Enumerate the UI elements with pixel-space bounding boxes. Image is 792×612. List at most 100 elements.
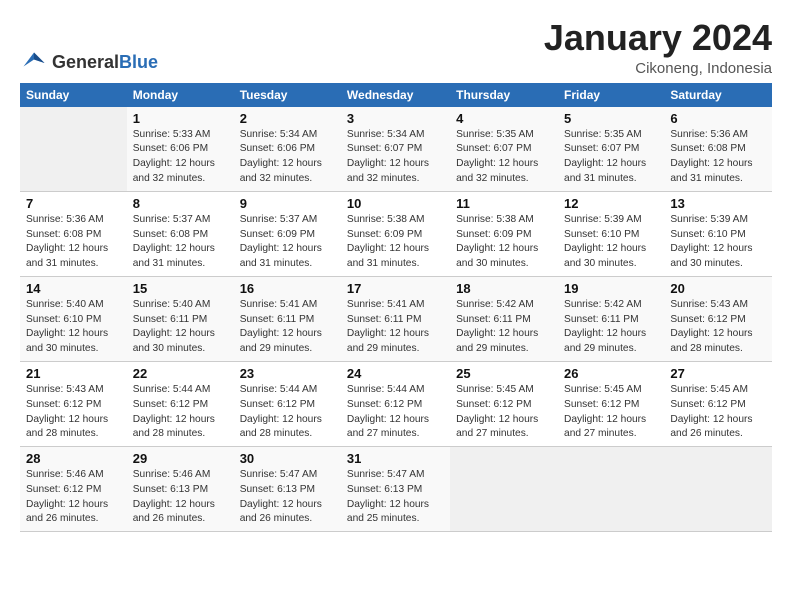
calendar-cell: 5 Sunrise: 5:35 AMSunset: 6:07 PMDaylight… <box>558 107 664 192</box>
day-number: 4 <box>456 111 552 126</box>
day-number: 7 <box>26 196 121 211</box>
day-info: Sunrise: 5:34 AMSunset: 6:07 PMDaylight:… <box>347 128 444 187</box>
calendar-cell: 9Sunrise: 5:37 AMSunset: 6:09 PMDaylight… <box>234 191 341 276</box>
day-number: 12 <box>564 196 658 211</box>
day-info: Sunrise: 5:46 AMSunset: 6:13 PMDaylight:… <box>133 468 228 527</box>
day-info: Sunrise: 5:42 AMSunset: 6:11 PMDaylight:… <box>564 298 658 357</box>
day-info: Sunrise: 5:43 AMSunset: 6:12 PMDaylight:… <box>26 383 121 442</box>
day-info: Sunrise: 5:39 AMSunset: 6:10 PMDaylight:… <box>670 213 766 272</box>
day-number: 14 <box>26 281 121 296</box>
day-info: Sunrise: 5:35 AMSunset: 6:07 PMDaylight:… <box>564 128 658 187</box>
day-number: 21 <box>26 366 121 381</box>
month-title: January 2024 <box>544 18 772 58</box>
day-number: 26 <box>564 366 658 381</box>
day-info: Sunrise: 5:36 AMSunset: 6:08 PMDaylight:… <box>670 128 766 187</box>
day-number: 18 <box>456 281 552 296</box>
logo-icon <box>20 49 48 77</box>
day-number: 27 <box>670 366 766 381</box>
calendar-cell: 24 Sunrise: 5:44 AMSunset: 6:12 PMDayligh… <box>341 361 450 446</box>
day-number: 17 <box>347 281 444 296</box>
calendar-cell: 19Sunrise: 5:42 AMSunset: 6:11 PMDayligh… <box>558 276 664 361</box>
location-subtitle: Cikoneng, Indonesia <box>544 60 772 77</box>
day-info: Sunrise: 5:38 AMSunset: 6:09 PMDaylight:… <box>456 213 552 272</box>
day-info: Sunrise: 5:33 AMSunset: 6:06 PMDaylight:… <box>133 128 228 187</box>
page-container: GeneralBlue January 2024 Cikoneng, Indon… <box>0 0 792 542</box>
day-header-monday: Monday <box>127 83 234 107</box>
day-info: Sunrise: 5:40 AMSunset: 6:10 PMDaylight:… <box>26 298 121 357</box>
logo-text: GeneralBlue <box>52 52 158 73</box>
day-number: 20 <box>670 281 766 296</box>
calendar-header-row: SundayMondayTuesdayWednesdayThursdayFrid… <box>20 83 772 107</box>
calendar-cell: 30Sunrise: 5:47 AMSunset: 6:13 PMDayligh… <box>234 447 341 532</box>
calendar-cell: 13Sunrise: 5:39 AMSunset: 6:10 PMDayligh… <box>664 191 772 276</box>
calendar-cell: 10 Sunrise: 5:38 AMSunset: 6:09 PMDayligh… <box>341 191 450 276</box>
calendar-cell <box>664 447 772 532</box>
day-number: 8 <box>133 196 228 211</box>
day-number: 6 <box>670 111 766 126</box>
calendar-cell: 26 Sunrise: 5:45 AMSunset: 6:12 PMDayligh… <box>558 361 664 446</box>
header-row: GeneralBlue January 2024 Cikoneng, Indon… <box>20 18 772 77</box>
day-number: 2 <box>240 111 335 126</box>
day-number: 30 <box>240 451 335 466</box>
calendar-cell: 22Sunrise: 5:44 AMSunset: 6:12 PMDayligh… <box>127 361 234 446</box>
calendar-cell: 4 Sunrise: 5:35 AMSunset: 6:07 PMDaylight… <box>450 107 558 192</box>
day-header-sunday: Sunday <box>20 83 127 107</box>
day-number: 11 <box>456 196 552 211</box>
day-info: Sunrise: 5:35 AMSunset: 6:07 PMDaylight:… <box>456 128 552 187</box>
day-info: Sunrise: 5:45 AMSunset: 6:12 PMDaylight:… <box>564 383 658 442</box>
day-info: Sunrise: 5:47 AMSunset: 6:13 PMDaylight:… <box>347 468 444 527</box>
day-number: 10 <box>347 196 444 211</box>
calendar-cell: 6 Sunrise: 5:36 AMSunset: 6:08 PMDaylight… <box>664 107 772 192</box>
day-info: Sunrise: 5:42 AMSunset: 6:11 PMDaylight:… <box>456 298 552 357</box>
title-block: January 2024 Cikoneng, Indonesia <box>544 18 772 77</box>
day-info: Sunrise: 5:41 AMSunset: 6:11 PMDaylight:… <box>347 298 444 357</box>
day-header-tuesday: Tuesday <box>234 83 341 107</box>
day-info: Sunrise: 5:46 AMSunset: 6:12 PMDaylight:… <box>26 468 121 527</box>
day-info: Sunrise: 5:36 AMSunset: 6:08 PMDaylight:… <box>26 213 121 272</box>
day-number: 1 <box>133 111 228 126</box>
calendar-week-3: 14 Sunrise: 5:40 AMSunset: 6:10 PMDayligh… <box>20 276 772 361</box>
day-info: Sunrise: 5:34 AMSunset: 6:06 PMDaylight:… <box>240 128 335 187</box>
day-number: 25 <box>456 366 552 381</box>
day-number: 23 <box>240 366 335 381</box>
day-number: 22 <box>133 366 228 381</box>
calendar-cell: 28 Sunrise: 5:46 AMSunset: 6:12 PMDayligh… <box>20 447 127 532</box>
day-info: Sunrise: 5:45 AMSunset: 6:12 PMDaylight:… <box>670 383 766 442</box>
day-info: Sunrise: 5:38 AMSunset: 6:09 PMDaylight:… <box>347 213 444 272</box>
day-info: Sunrise: 5:37 AMSunset: 6:09 PMDaylight:… <box>240 213 335 272</box>
logo: GeneralBlue <box>20 49 158 77</box>
calendar-cell: 7 Sunrise: 5:36 AMSunset: 6:08 PMDaylight… <box>20 191 127 276</box>
calendar-cell: 20 Sunrise: 5:43 AMSunset: 6:12 PMDayligh… <box>664 276 772 361</box>
calendar-cell: 12 Sunrise: 5:39 AMSunset: 6:10 PMDayligh… <box>558 191 664 276</box>
day-number: 28 <box>26 451 121 466</box>
day-info: Sunrise: 5:39 AMSunset: 6:10 PMDaylight:… <box>564 213 658 272</box>
calendar-cell: 3Sunrise: 5:34 AMSunset: 6:07 PMDaylight… <box>341 107 450 192</box>
day-number: 5 <box>564 111 658 126</box>
calendar-cell: 11 Sunrise: 5:38 AMSunset: 6:09 PMDayligh… <box>450 191 558 276</box>
calendar-cell: 1 Sunrise: 5:33 AMSunset: 6:06 PMDaylight… <box>127 107 234 192</box>
day-info: Sunrise: 5:43 AMSunset: 6:12 PMDaylight:… <box>670 298 766 357</box>
logo-blue: Blue <box>119 52 158 72</box>
calendar-cell: 2 Sunrise: 5:34 AMSunset: 6:06 PMDaylight… <box>234 107 341 192</box>
day-number: 15 <box>133 281 228 296</box>
calendar-cell: 23 Sunrise: 5:44 AMSunset: 6:12 PMDayligh… <box>234 361 341 446</box>
calendar-cell: 27 Sunrise: 5:45 AMSunset: 6:12 PMDayligh… <box>664 361 772 446</box>
calendar-cell: 29 Sunrise: 5:46 AMSunset: 6:13 PMDayligh… <box>127 447 234 532</box>
day-info: Sunrise: 5:44 AMSunset: 6:12 PMDaylight:… <box>240 383 335 442</box>
calendar-cell: 15Sunrise: 5:40 AMSunset: 6:11 PMDayligh… <box>127 276 234 361</box>
calendar-cell: 8 Sunrise: 5:37 AMSunset: 6:08 PMDaylight… <box>127 191 234 276</box>
calendar-cell <box>450 447 558 532</box>
day-info: Sunrise: 5:37 AMSunset: 6:08 PMDaylight:… <box>133 213 228 272</box>
calendar-week-1: 1 Sunrise: 5:33 AMSunset: 6:06 PMDaylight… <box>20 107 772 192</box>
day-number: 29 <box>133 451 228 466</box>
day-header-friday: Friday <box>558 83 664 107</box>
calendar-cell: 25Sunrise: 5:45 AMSunset: 6:12 PMDayligh… <box>450 361 558 446</box>
calendar-cell: 31 Sunrise: 5:47 AMSunset: 6:13 PMDayligh… <box>341 447 450 532</box>
day-number: 31 <box>347 451 444 466</box>
calendar-week-5: 28 Sunrise: 5:46 AMSunset: 6:12 PMDayligh… <box>20 447 772 532</box>
day-info: Sunrise: 5:44 AMSunset: 6:12 PMDaylight:… <box>347 383 444 442</box>
day-number: 24 <box>347 366 444 381</box>
calendar-cell: 16 Sunrise: 5:41 AMSunset: 6:11 PMDayligh… <box>234 276 341 361</box>
day-info: Sunrise: 5:41 AMSunset: 6:11 PMDaylight:… <box>240 298 335 357</box>
day-number: 16 <box>240 281 335 296</box>
